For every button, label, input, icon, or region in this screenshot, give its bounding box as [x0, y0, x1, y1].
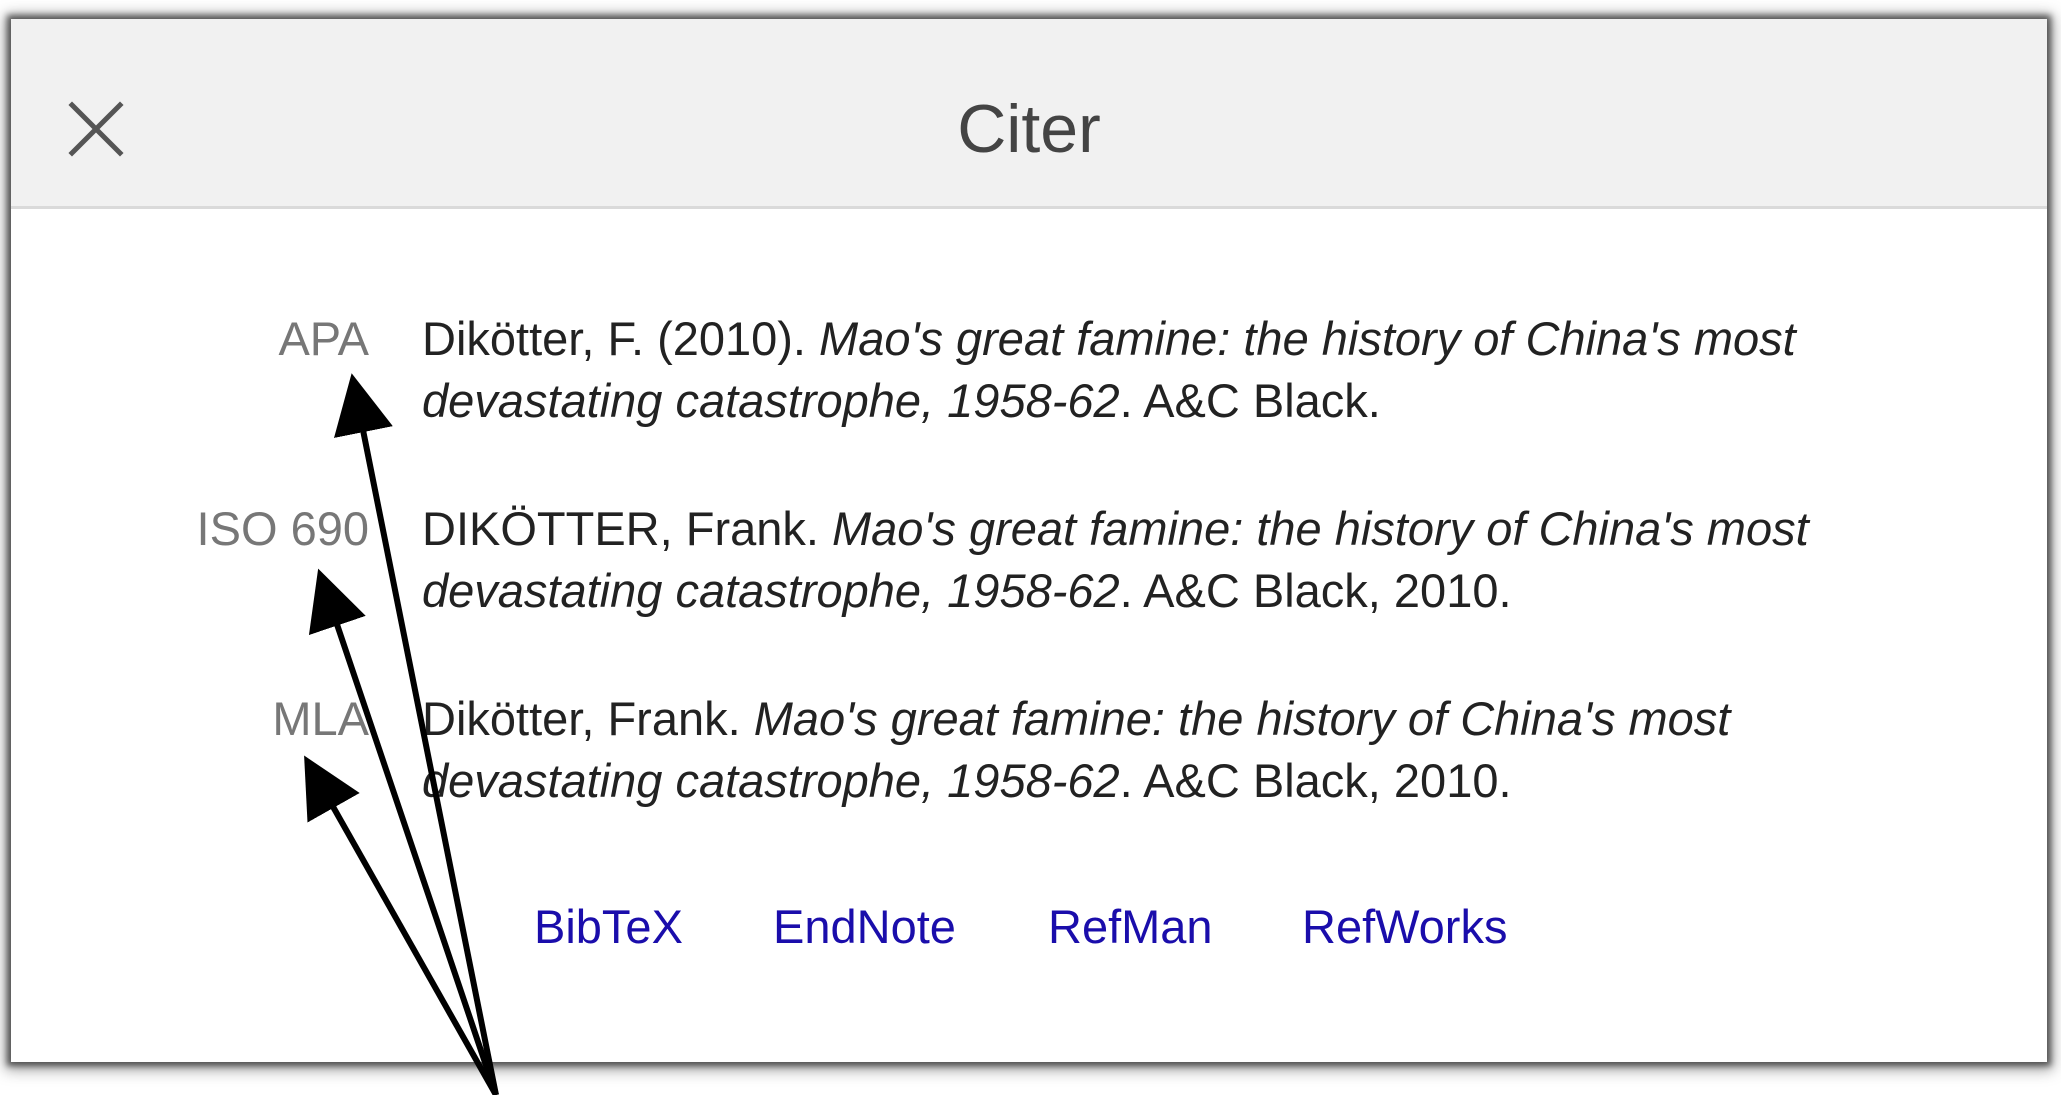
refman-link[interactable]: RefMan: [1048, 896, 1213, 958]
citation-text[interactable]: Dikötter, F. (2010). Mao's great famine:…: [422, 308, 1902, 432]
citation-before: Dikötter, F. (2010).: [422, 312, 820, 365]
citation-after: . A&C Black.: [1119, 374, 1381, 427]
citation-style-label: MLA: [272, 692, 369, 745]
citation-style-label: APA: [278, 312, 369, 365]
export-links: BibTeX EndNote RefMan RefWorks: [11, 896, 2047, 958]
citation-text[interactable]: Dikötter, Frank. Mao's great famine: the…: [422, 688, 1902, 812]
endnote-link[interactable]: EndNote: [773, 896, 956, 958]
citation-before: Dikötter, Frank.: [422, 692, 754, 745]
citation-after: . A&C Black, 2010.: [1119, 564, 1512, 617]
cite-dialog: Citer APA Dikötter, F. (2010). Mao's gre…: [11, 19, 2047, 1062]
citation-text[interactable]: DIKÖTTER, Frank. Mao's great famine: the…: [422, 498, 1902, 622]
citation-before: DIKÖTTER, Frank.: [422, 502, 832, 555]
citation-after: . A&C Black, 2010.: [1119, 754, 1512, 807]
refworks-link[interactable]: RefWorks: [1302, 896, 1507, 958]
bibtex-link[interactable]: BibTeX: [534, 896, 683, 958]
dialog-title: Citer: [957, 91, 1101, 167]
citation-style-label: ISO 690: [196, 502, 369, 555]
dialog-header: Citer: [11, 19, 2047, 209]
